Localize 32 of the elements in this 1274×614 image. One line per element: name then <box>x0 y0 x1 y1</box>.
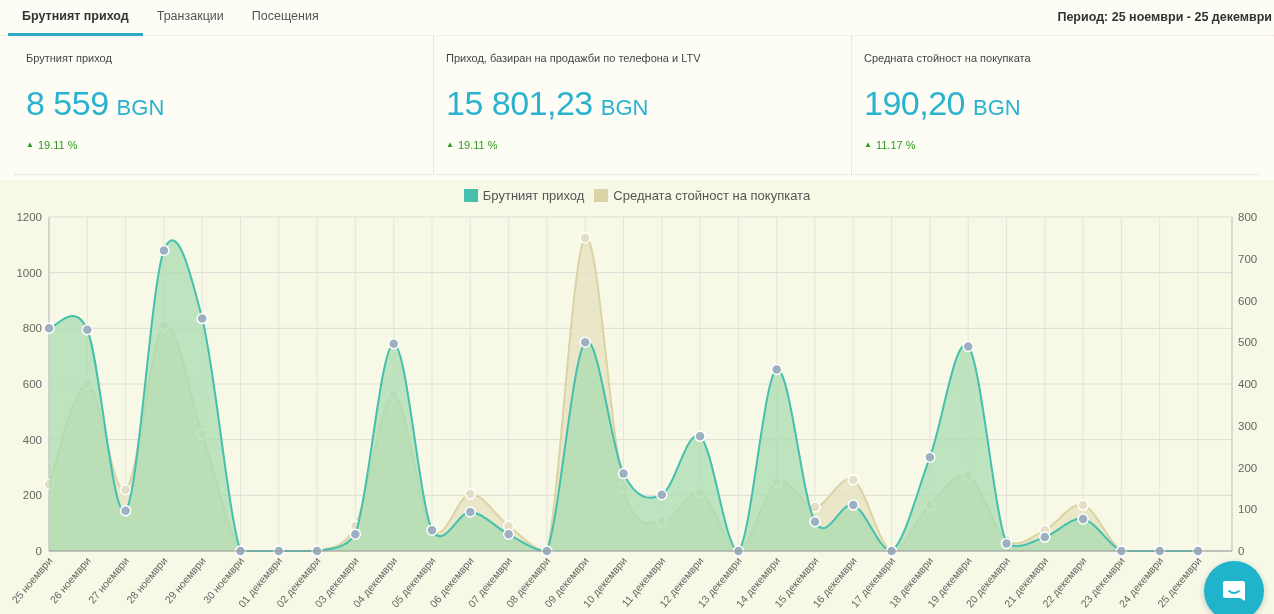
y-axis-label: 1000 <box>16 266 42 279</box>
up-triangle-icon: ▲ <box>26 140 34 149</box>
metric-value: 8 559 <box>26 83 109 123</box>
metric-unit: BGN <box>600 94 649 121</box>
y-axis-label: 800 <box>22 322 42 335</box>
y-axis-label: 800 <box>1238 211 1258 223</box>
metric-unit: BGN <box>116 94 165 121</box>
y-axis-label: 0 <box>35 545 42 557</box>
period-label: Период: 25 ноември - 25 декември <box>1057 9 1273 27</box>
metric-value: 190,20 <box>864 83 965 123</box>
y-axis-label: 1200 <box>16 211 42 223</box>
y-axis-label: 400 <box>1238 378 1258 390</box>
metric-unit: BGN <box>973 94 1021 121</box>
up-triangle-icon: ▲ <box>446 140 454 149</box>
change-percent: 19.11 % <box>37 138 78 151</box>
y-axis-label: 700 <box>1238 252 1258 265</box>
y-axis-label: 100 <box>1238 503 1258 516</box>
card-title: Приход, базиран на продажби по телефона и LTV <box>446 51 702 64</box>
y-axis-label: 600 <box>22 378 42 390</box>
card-title: Средната стойност на покупката <box>864 51 1032 64</box>
y-axis-label: 500 <box>1238 336 1258 349</box>
metric-value: 15 801,23 <box>446 83 593 123</box>
y-axis-label: 300 <box>1238 419 1258 432</box>
y-axis-label: 200 <box>1238 461 1258 474</box>
y-axis-label: 200 <box>22 489 42 502</box>
y-axis-label: 600 <box>1238 294 1258 307</box>
change-percent: 19.11 % <box>457 138 498 151</box>
card-title: Брутният приход <box>26 51 113 64</box>
up-triangle-icon: ▲ <box>864 140 872 149</box>
y-axis-label: 400 <box>22 433 42 446</box>
change-percent: 11.17 % <box>875 138 916 151</box>
y-axis-label: 0 <box>1238 545 1245 557</box>
